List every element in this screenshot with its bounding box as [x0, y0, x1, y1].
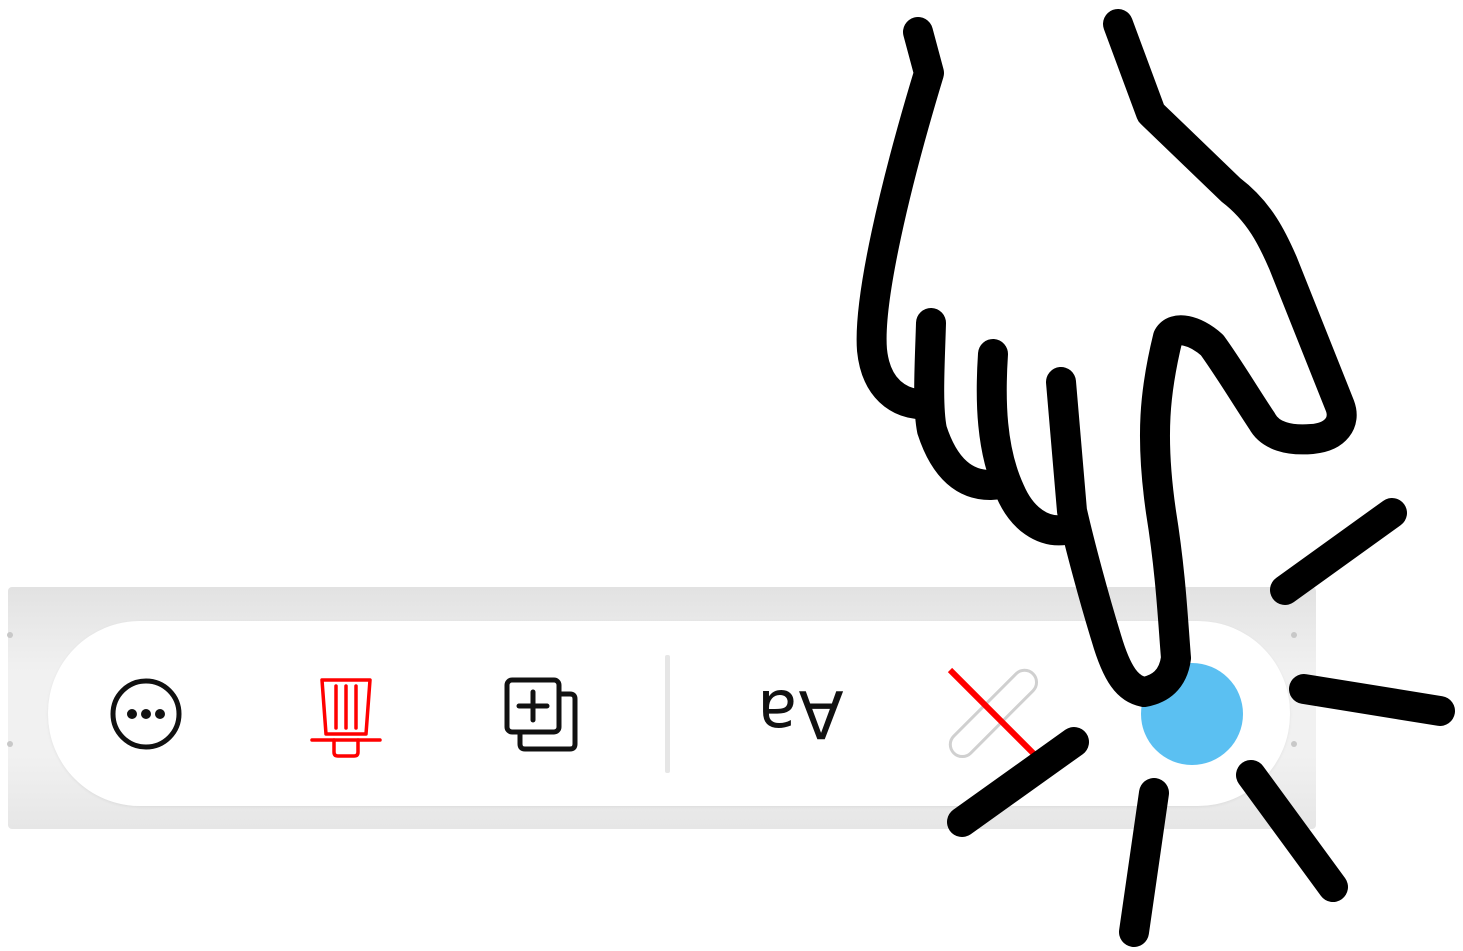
toolbar-divider [665, 655, 670, 773]
no-color-icon [947, 667, 1039, 759]
text-style-button[interactable]: Aa [745, 670, 855, 756]
highlighter-tool-button[interactable] [304, 670, 388, 766]
handle-dot [7, 741, 13, 747]
more-options-button[interactable] [103, 674, 189, 754]
handle-dot [1291, 741, 1297, 747]
highlighter-icon [310, 678, 382, 758]
handle-dot [1291, 632, 1297, 638]
add-page-button[interactable] [498, 672, 586, 756]
color-picker-button[interactable] [1140, 662, 1244, 766]
add-copy-icon [504, 677, 578, 752]
text-style-label: Aa [756, 675, 844, 752]
handle-dot [7, 632, 13, 638]
screen: Aa [0, 0, 1463, 951]
ellipsis-circle-icon [110, 678, 182, 750]
color-swatch-icon [1141, 663, 1243, 765]
no-color-button[interactable] [940, 660, 1044, 764]
